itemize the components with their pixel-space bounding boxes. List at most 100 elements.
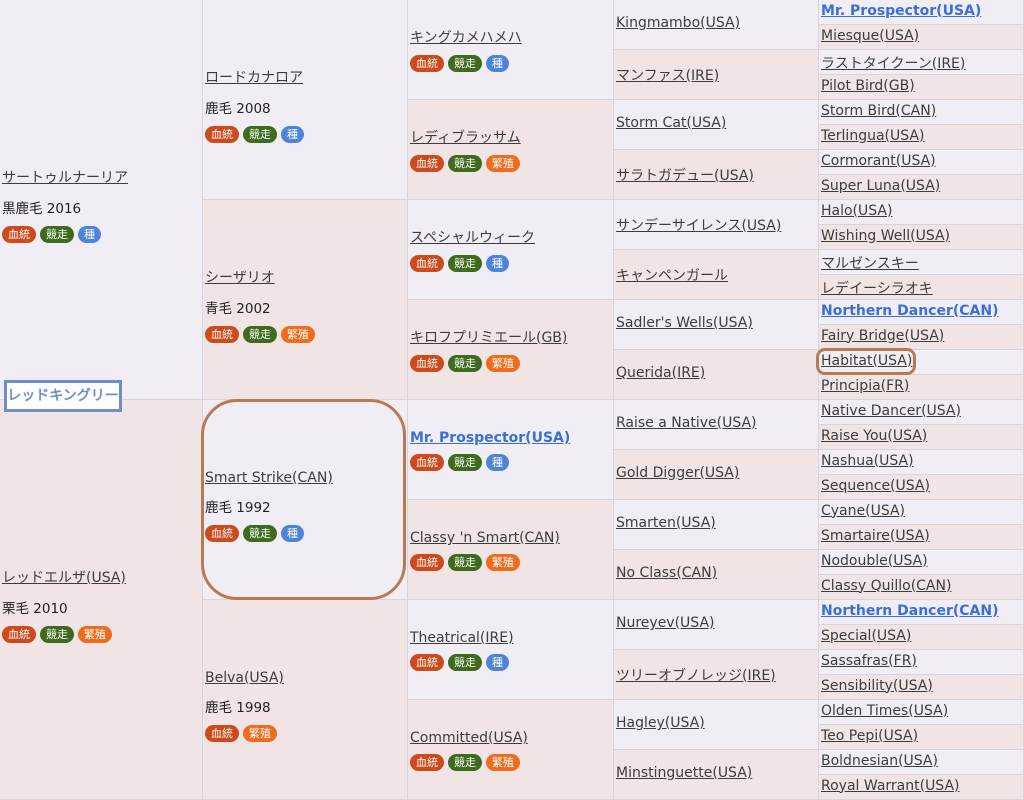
horse-name-link[interactable]: マルゼンスキー bbox=[821, 253, 919, 273]
tag-blood[interactable]: 血統 bbox=[205, 725, 239, 742]
horse-name-link[interactable]: Sequence(USA) bbox=[821, 478, 930, 494]
horse-name-link[interactable]: Raise a Native(USA) bbox=[616, 415, 757, 431]
horse-name-link[interactable]: Raise You(USA) bbox=[821, 428, 927, 444]
horse-name-link[interactable]: Gold Digger(USA) bbox=[616, 465, 739, 481]
tag-blood[interactable]: 血統 bbox=[205, 525, 239, 542]
horse-name-link[interactable]: Minstinguette(USA) bbox=[616, 765, 752, 781]
tag-mare[interactable]: 繁殖 bbox=[281, 326, 315, 343]
horse-name-link[interactable]: Committed(USA) bbox=[410, 730, 528, 746]
horse-name-link[interactable]: Pilot Bird(GB) bbox=[821, 78, 915, 94]
horse-name-link[interactable]: Sadler's Wells(USA) bbox=[616, 315, 753, 331]
horse-name-link[interactable]: キャンペンガール bbox=[616, 265, 728, 285]
tag-sire[interactable]: 種 bbox=[486, 55, 509, 72]
horse-name-link[interactable]: Halo(USA) bbox=[821, 203, 892, 219]
horse-name-link[interactable]: Principia(FR) bbox=[821, 378, 909, 394]
tag-blood[interactable]: 血統 bbox=[410, 55, 444, 72]
tag-sire[interactable]: 種 bbox=[281, 525, 304, 542]
horse-name-link[interactable]: Nureyev(USA) bbox=[616, 615, 715, 631]
horse-name-link[interactable]: Native Dancer(USA) bbox=[821, 403, 961, 419]
tag-race[interactable]: 競走 bbox=[448, 355, 482, 372]
horse-name-link[interactable]: Querida(IRE) bbox=[616, 365, 705, 381]
tag-race[interactable]: 競走 bbox=[243, 326, 277, 343]
tag-race[interactable]: 競走 bbox=[448, 554, 482, 571]
horse-name-link[interactable]: ロードカナロア bbox=[205, 70, 303, 86]
horse-name-link[interactable]: Smartaire(USA) bbox=[821, 528, 930, 544]
horse-name-link[interactable]: Mr. Prospector(USA) bbox=[410, 430, 570, 446]
horse-name-link[interactable]: ラストタイクーン(IRE) bbox=[821, 53, 965, 73]
tag-blood[interactable]: 血統 bbox=[2, 226, 36, 243]
horse-name-link[interactable]: Special(USA) bbox=[821, 628, 911, 644]
tag-sire[interactable]: 種 bbox=[486, 255, 509, 272]
tag-mare[interactable]: 繁殖 bbox=[486, 355, 520, 372]
horse-name-link[interactable]: Smart Strike(CAN) bbox=[205, 470, 333, 486]
tag-blood[interactable]: 血統 bbox=[410, 554, 444, 571]
horse-name-link[interactable]: スペシャルウィーク bbox=[410, 230, 535, 246]
horse-name-link[interactable]: Terlingua(USA) bbox=[821, 128, 924, 144]
horse-name-link[interactable]: Fairy Bridge(USA) bbox=[821, 328, 944, 344]
tag-blood[interactable]: 血統 bbox=[410, 754, 444, 771]
horse-name-link[interactable]: マンファス(IRE) bbox=[616, 65, 719, 85]
tag-race[interactable]: 競走 bbox=[448, 55, 482, 72]
tag-race[interactable]: 競走 bbox=[243, 126, 277, 143]
tag-blood[interactable]: 血統 bbox=[205, 126, 239, 143]
horse-name-link[interactable]: キングカメハメハ bbox=[410, 30, 522, 46]
horse-name-link[interactable]: Boldnesian(USA) bbox=[821, 753, 938, 769]
tag-mare[interactable]: 繁殖 bbox=[486, 754, 520, 771]
horse-name-link[interactable]: Teo Pepi(USA) bbox=[821, 728, 918, 744]
tag-blood[interactable]: 血統 bbox=[410, 654, 444, 671]
horse-name-link[interactable]: サラトガデュー(USA) bbox=[616, 165, 754, 185]
horse-name-link[interactable]: Theatrical(IRE) bbox=[410, 630, 514, 646]
tag-race[interactable]: 競走 bbox=[448, 155, 482, 172]
tag-race[interactable]: 競走 bbox=[448, 255, 482, 272]
horse-name-link[interactable]: Belva(USA) bbox=[205, 670, 284, 686]
horse-name-link[interactable]: レデイーシラオキ bbox=[821, 278, 933, 298]
tag-mare[interactable]: 繁殖 bbox=[78, 626, 112, 643]
horse-name-link[interactable]: Cormorant(USA) bbox=[821, 153, 936, 169]
horse-name-link[interactable]: Wishing Well(USA) bbox=[821, 228, 950, 244]
tag-race[interactable]: 競走 bbox=[40, 626, 74, 643]
horse-name-link[interactable]: ツリーオブノレッジ(IRE) bbox=[616, 665, 776, 685]
horse-name-link[interactable]: Super Luna(USA) bbox=[821, 178, 940, 194]
tag-mare[interactable]: 繁殖 bbox=[486, 155, 520, 172]
horse-name-link[interactable]: Hagley(USA) bbox=[616, 715, 705, 731]
horse-name-link[interactable]: Classy Quillo(CAN) bbox=[821, 578, 951, 594]
tag-blood[interactable]: 血統 bbox=[205, 326, 239, 343]
horse-name-link[interactable]: サンデーサイレンス(USA) bbox=[616, 215, 781, 235]
horse-name-link[interactable]: Northern Dancer(CAN) bbox=[821, 303, 999, 319]
tag-sire[interactable]: 種 bbox=[486, 454, 509, 471]
tag-sire[interactable]: 種 bbox=[78, 226, 101, 243]
horse-name-link[interactable]: Storm Bird(CAN) bbox=[821, 103, 936, 119]
tag-mare[interactable]: 繁殖 bbox=[486, 554, 520, 571]
tag-race[interactable]: 競走 bbox=[40, 226, 74, 243]
horse-name-link[interactable]: Cyane(USA) bbox=[821, 503, 905, 519]
horse-name-link[interactable]: Sassafras(FR) bbox=[821, 653, 917, 669]
horse-name-link[interactable]: Royal Warrant(USA) bbox=[821, 778, 960, 794]
horse-name-link[interactable]: サートゥルナーリア bbox=[2, 170, 128, 186]
horse-name-link[interactable]: キロフプリミエール(GB) bbox=[410, 330, 567, 346]
horse-name-link[interactable]: Nodouble(USA) bbox=[821, 553, 928, 569]
tag-blood[interactable]: 血統 bbox=[410, 255, 444, 272]
horse-name-link[interactable]: レッドエルザ(USA) bbox=[2, 570, 126, 586]
horse-name-link[interactable]: Classy 'n Smart(CAN) bbox=[410, 530, 560, 546]
tag-race[interactable]: 競走 bbox=[448, 754, 482, 771]
horse-name-link[interactable]: Storm Cat(USA) bbox=[616, 115, 726, 131]
tag-mare[interactable]: 繁殖 bbox=[243, 725, 277, 742]
tag-blood[interactable]: 血統 bbox=[2, 626, 36, 643]
horse-name-link[interactable]: No Class(CAN) bbox=[616, 565, 717, 581]
tag-sire[interactable]: 種 bbox=[486, 654, 509, 671]
tag-sire[interactable]: 種 bbox=[281, 126, 304, 143]
horse-name-link[interactable]: Smarten(USA) bbox=[616, 515, 716, 531]
tag-race[interactable]: 競走 bbox=[448, 654, 482, 671]
horse-name-link[interactable]: Miesque(USA) bbox=[821, 28, 919, 44]
horse-name-link[interactable]: Kingmambo(USA) bbox=[616, 15, 740, 31]
tag-blood[interactable]: 血統 bbox=[410, 155, 444, 172]
horse-name-link[interactable]: Northern Dancer(CAN) bbox=[821, 603, 999, 619]
tag-race[interactable]: 競走 bbox=[448, 454, 482, 471]
horse-name-link[interactable]: Mr. Prospector(USA) bbox=[821, 3, 981, 19]
tag-race[interactable]: 競走 bbox=[243, 525, 277, 542]
horse-name-link[interactable]: Sensibility(USA) bbox=[821, 678, 933, 694]
horse-name-link[interactable]: Nashua(USA) bbox=[821, 453, 914, 469]
tag-blood[interactable]: 血統 bbox=[410, 355, 444, 372]
horse-name-link[interactable]: Olden Times(USA) bbox=[821, 703, 948, 719]
horse-name-link[interactable]: Habitat(USA) bbox=[821, 353, 912, 369]
